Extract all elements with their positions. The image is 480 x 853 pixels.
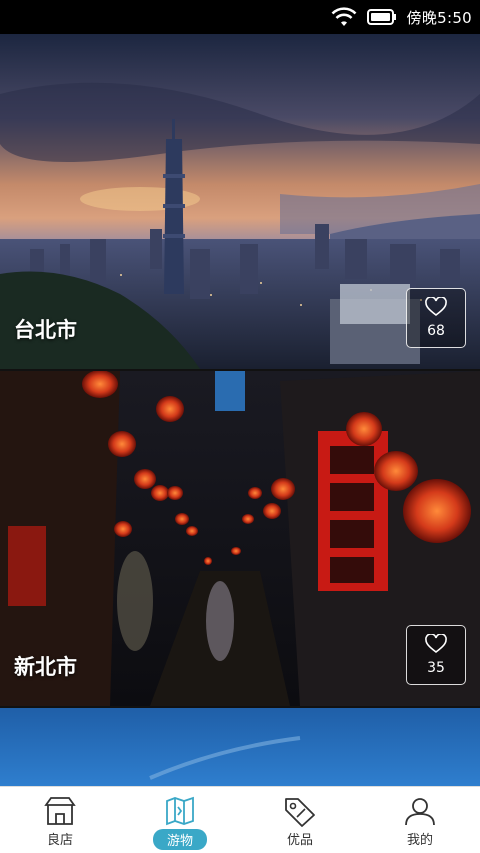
tag-icon <box>285 798 315 827</box>
blue-sky-image <box>0 708 480 786</box>
city-card-new-taipei[interactable]: 新北市 35 <box>0 371 480 706</box>
tab-label: 良店 <box>46 833 73 848</box>
like-button[interactable]: 68 <box>406 288 466 348</box>
like-count: 35 <box>427 660 445 676</box>
like-button[interactable]: 35 <box>406 625 466 685</box>
tab-products[interactable]: 优品 <box>240 787 360 853</box>
tab-shops[interactable]: 良店 <box>0 787 120 853</box>
shop-icon <box>44 797 76 825</box>
like-count: 68 <box>427 323 445 339</box>
tab-label: 游物 <box>152 829 207 850</box>
tab-travel[interactable]: 游物 <box>120 787 240 853</box>
city-feed[interactable]: 台北市 68 新北市 35 <box>0 34 480 786</box>
tab-label: 我的 <box>406 833 433 848</box>
city-card-taipei[interactable]: 台北市 68 <box>0 34 480 369</box>
city-name: 台北市 <box>14 318 77 342</box>
heart-icon <box>425 634 447 654</box>
battery-icon <box>366 9 396 25</box>
tab-label: 优品 <box>286 833 313 848</box>
status-bar: 傍晚5:50 <box>0 0 480 34</box>
wifi-icon <box>331 7 356 26</box>
city-card-partial[interactable] <box>0 708 480 786</box>
user-icon <box>405 798 435 826</box>
city-name: 新北市 <box>14 655 77 679</box>
heart-icon <box>425 297 447 317</box>
tab-profile[interactable]: 我的 <box>360 787 480 853</box>
travel-map-icon <box>166 796 194 826</box>
bottom-tab-bar: 良店 游物 优品 我的 <box>0 786 480 853</box>
status-time: 傍晚5:50 <box>406 8 472 27</box>
